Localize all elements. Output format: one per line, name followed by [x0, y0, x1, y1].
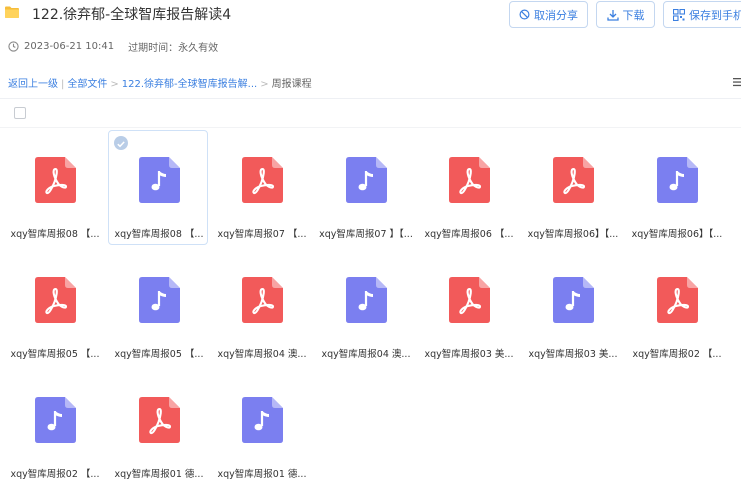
- divider: [0, 127, 741, 128]
- file-tile[interactable]: xqy智库周报01 德...: [108, 370, 208, 485]
- share-date: 2023-06-21 10:41: [24, 41, 115, 52]
- download-icon: [606, 9, 619, 21]
- forbidden-icon: [519, 9, 530, 20]
- share-meta: 2023-06-21 10:41 过期时间： 永久有效: [8, 39, 218, 54]
- audio-file-icon: [35, 397, 76, 447]
- pdf-file-icon: [657, 277, 698, 327]
- file-tile[interactable]: xqy智库周报07 【...: [211, 130, 311, 245]
- audio-file-icon: [553, 277, 594, 327]
- save-to-phone-button[interactable]: 保存到手机: [663, 1, 741, 28]
- file-name: xqy智库周报08 【...: [114, 229, 204, 240]
- file-name: xqy智库周报07 【...: [217, 229, 307, 240]
- expiry-label: 过期时间：: [128, 43, 179, 54]
- pdf-file-icon: [242, 157, 283, 207]
- save-to-phone-label: 保存到手机: [689, 8, 741, 22]
- file-tile[interactable]: xqy智库周报06】【...: [522, 130, 622, 245]
- expiry-value: 永久有效: [178, 43, 219, 54]
- breadcrumb-back-link[interactable]: 返回上一级: [8, 79, 58, 90]
- folder-icon: [5, 6, 19, 18]
- audio-file-icon: [242, 397, 283, 447]
- breadcrumb-all-files-link[interactable]: 全部文件: [67, 79, 107, 90]
- download-label: 下载: [622, 8, 645, 22]
- file-name: xqy智库周报03 美...: [528, 349, 618, 360]
- file-name: xqy智库周报03 美...: [424, 349, 514, 360]
- file-tile[interactable]: xqy智库周报04 澳...: [211, 250, 311, 365]
- file-name: xqy智库周报08 【...: [10, 229, 100, 240]
- page-title: 122.徐弃郁-全球智库报告解读4: [32, 7, 232, 23]
- file-tile[interactable]: xqy智库周报08 【...: [4, 130, 104, 245]
- audio-file-icon: [346, 157, 387, 207]
- file-tile[interactable]: xqy智库周报04 澳...: [315, 250, 415, 365]
- file-tile[interactable]: xqy智库周报05 【...: [108, 250, 208, 365]
- cancel-share-button[interactable]: 取消分享: [509, 1, 588, 28]
- breadcrumb-folder-link[interactable]: 122.徐弃郁-全球智库报告解...: [122, 79, 257, 90]
- file-name: xqy智库周报02 【...: [10, 469, 100, 480]
- share-header: 122.徐弃郁-全球智库报告解读4 2023-06-21 10:41 过期时间：…: [0, 0, 741, 64]
- file-name: xqy智库周报04 澳...: [217, 349, 307, 360]
- pdf-file-icon: [35, 157, 76, 207]
- clock-icon: [8, 41, 19, 52]
- pdf-file-icon: [449, 157, 490, 207]
- selection-check-icon[interactable]: [114, 136, 128, 150]
- file-tile[interactable]: xqy智库周报07 】【...: [315, 130, 415, 245]
- pdf-file-icon: [35, 277, 76, 327]
- file-tile[interactable]: xqy智库周报03 美...: [418, 250, 518, 365]
- file-tile[interactable]: xqy智库周报02 【...: [4, 370, 104, 485]
- pdf-file-icon: [553, 157, 594, 207]
- file-name: xqy智库周报06】【...: [527, 229, 619, 240]
- audio-file-icon: [657, 157, 698, 207]
- file-name: xqy智库周报07 】【...: [319, 229, 413, 240]
- pdf-file-icon: [139, 397, 180, 447]
- file-name: xqy智库周报05 【...: [10, 349, 100, 360]
- divider: [0, 98, 741, 99]
- file-tile[interactable]: xqy智库周报08 【...: [108, 130, 208, 245]
- breadcrumb-current: 周报课程: [271, 79, 312, 90]
- qr-code-icon: [673, 8, 685, 21]
- breadcrumb: 返回上一级 | 全部文件 >122.徐弃郁-全球智库报告解... > 周报课程: [8, 79, 312, 90]
- list-view-icon[interactable]: [733, 77, 741, 87]
- file-name: xqy智库周报06 【...: [424, 229, 514, 240]
- pdf-file-icon: [242, 277, 283, 327]
- audio-file-icon: [139, 157, 180, 207]
- file-tile[interactable]: xqy智库周报03 美...: [522, 250, 622, 365]
- file-tile[interactable]: xqy智库周报06 【...: [418, 130, 518, 245]
- file-name: xqy智库周报04 澳...: [321, 349, 411, 360]
- file-tile[interactable]: xqy智库周报06】【...: [626, 130, 726, 245]
- file-tile[interactable]: xqy智库周报02 【...: [626, 250, 726, 365]
- audio-file-icon: [139, 277, 180, 327]
- file-tile[interactable]: xqy智库周报05 【...: [4, 250, 104, 365]
- select-all-checkbox[interactable]: [14, 107, 26, 119]
- file-name: xqy智库周报02 【...: [632, 349, 722, 360]
- file-name: xqy智库周报05 【...: [114, 349, 204, 360]
- audio-file-icon: [346, 277, 387, 327]
- download-button[interactable]: 下载: [596, 1, 655, 28]
- cancel-share-label: 取消分享: [534, 8, 578, 22]
- pdf-file-icon: [449, 277, 490, 327]
- file-tile[interactable]: xqy智库周报01 德...: [211, 370, 311, 485]
- file-name: xqy智库周报06】【...: [631, 229, 723, 240]
- file-name: xqy智库周报01 德...: [114, 469, 204, 480]
- file-name: xqy智库周报01 德...: [217, 469, 307, 480]
